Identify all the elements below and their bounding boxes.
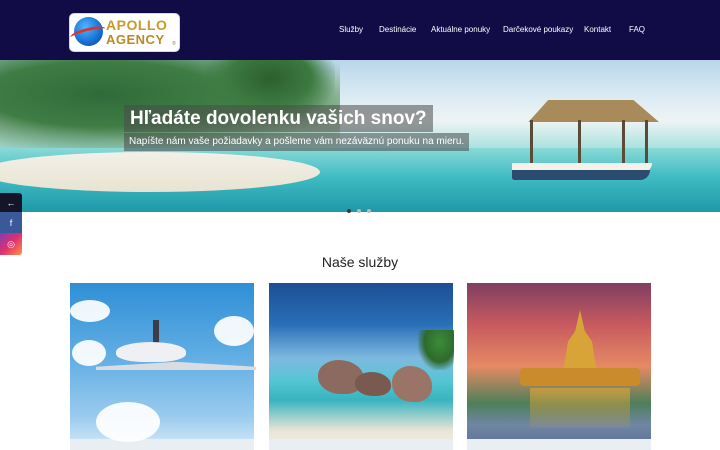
- nav-item-destinacie[interactable]: Destinácie: [379, 23, 416, 37]
- cloud: [70, 300, 110, 322]
- rock: [392, 366, 432, 402]
- hut-post: [645, 120, 648, 164]
- boat-hull: [512, 170, 650, 180]
- cloud: [214, 316, 254, 346]
- card-caption-strip: [269, 439, 453, 450]
- arrow-left-icon[interactable]: ←: [0, 193, 22, 212]
- hut-post: [622, 120, 625, 164]
- hut-post: [578, 120, 581, 164]
- lake-reflection: [530, 388, 630, 428]
- logo-registered-mark: ®: [172, 41, 176, 47]
- nav-item-kontakt[interactable]: Kontakt: [584, 23, 611, 37]
- slider-dot-2[interactable]: [357, 209, 361, 213]
- instagram-icon[interactable]: ◎: [0, 233, 22, 255]
- hut-post: [530, 120, 533, 164]
- card-caption-strip: [70, 439, 254, 450]
- logo-text-agency: AGENCY: [106, 32, 165, 47]
- nav-item-faq[interactable]: FAQ: [629, 23, 645, 37]
- hero-subtitle: Napíšte nám vaše požiadavky a pošleme vá…: [124, 133, 470, 151]
- page: APOLLO AGENCY ® Služby Destinácie Aktuál…: [0, 0, 720, 450]
- site-header: APOLLO AGENCY ® Služby Destinácie Aktuál…: [0, 0, 720, 60]
- nav-item-sluzby[interactable]: Služby: [339, 23, 363, 37]
- rock: [355, 372, 391, 396]
- section-title: Naše služby: [321, 254, 399, 270]
- pagoda-base: [520, 368, 640, 386]
- slider-dot-1[interactable]: [347, 209, 351, 213]
- card-caption-strip: [467, 439, 651, 450]
- cloud: [96, 402, 160, 442]
- cloud: [72, 340, 106, 366]
- logo-text-apollo: APOLLO: [106, 17, 168, 33]
- facebook-icon[interactable]: f: [0, 212, 22, 233]
- slider-dot-3[interactable]: [367, 209, 371, 213]
- airplane-body: [116, 342, 186, 362]
- palm-tree: [418, 330, 454, 370]
- hero-title: Hľadáte dovolenku vašich snov?: [124, 105, 433, 132]
- nav-item-darcekove-poukazy[interactable]: Darčekové poukazy: [503, 23, 573, 37]
- nav-item-aktualne-ponuky[interactable]: Aktuálne ponuky: [431, 23, 490, 37]
